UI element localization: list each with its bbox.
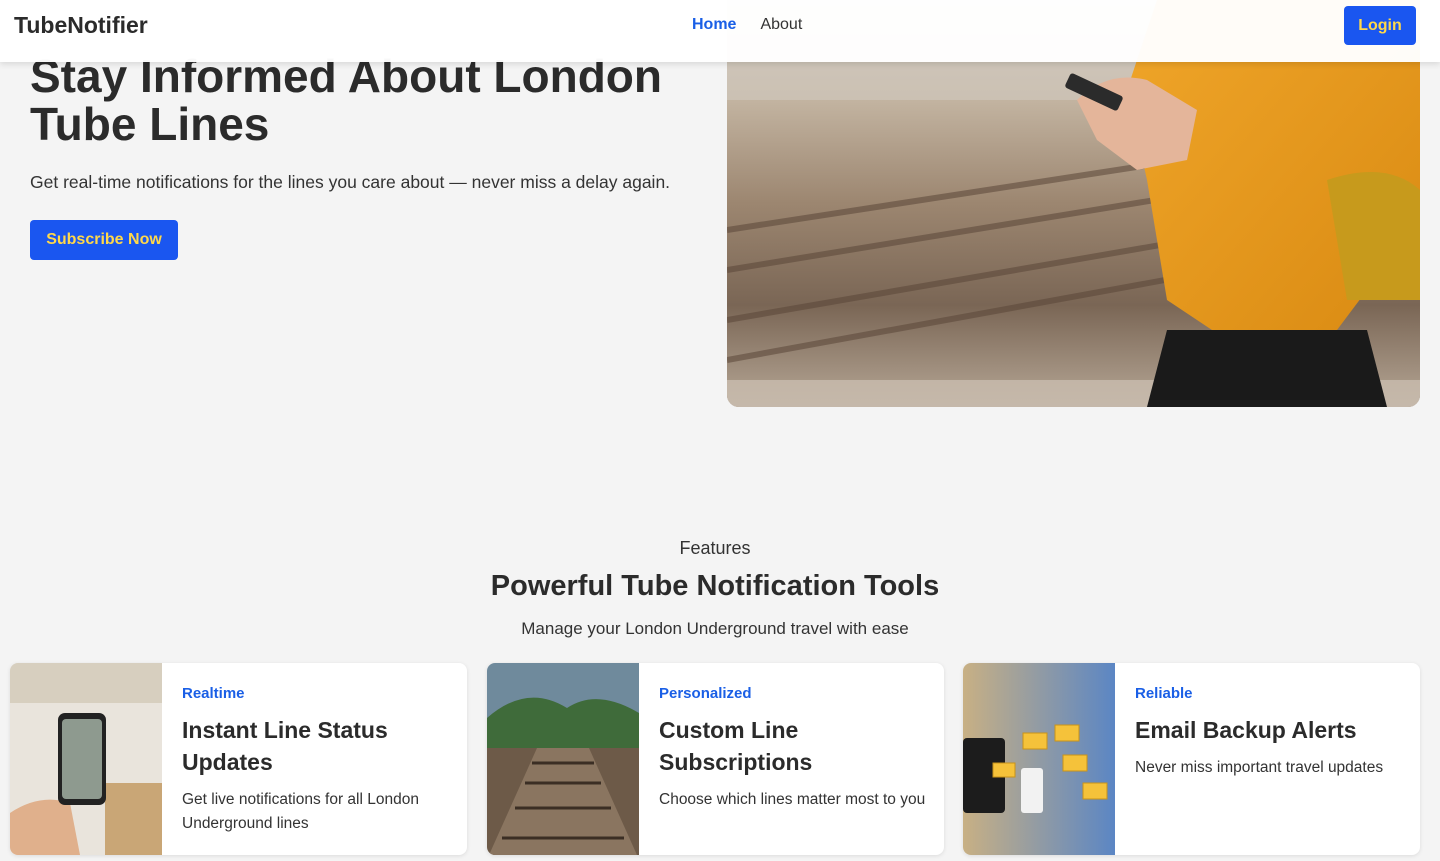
login-button[interactable]: Login [1344,6,1416,45]
card-description: Choose which lines matter most to you [659,791,926,808]
features-eyebrow: Features [679,538,751,558]
phone-image [10,663,162,855]
subscribe-button[interactable]: Subscribe Now [30,220,178,260]
nav-link-home[interactable]: Home [692,16,736,34]
email-image [963,663,1115,855]
top-navbar: TubeNotifier Home About Login [0,0,1440,62]
card-description: Get live notifications for all London Un… [182,791,419,832]
card-tag: Realtime [182,685,245,702]
railway-image [487,663,639,855]
card-tag: Reliable [1135,685,1193,702]
hero-title: Stay Informed About London Tube Lines [30,50,663,150]
nav-links: Home About [692,16,802,34]
card-title: Custom Line Subscriptions [659,717,813,775]
features-subtitle: Manage your London Underground travel wi… [521,619,909,638]
feature-card-reliable[interactable]: Reliable Email Backup Alerts Never miss … [963,663,1420,855]
feature-card-personalized[interactable]: Personalized Custom Line Subscriptions C… [487,663,944,855]
brand-logo[interactable]: TubeNotifier [14,12,148,39]
hero-subtitle: Get real-time notifications for the line… [30,172,671,192]
card-title: Instant Line Status Updates [182,717,388,775]
card-body: Personalized Custom Line Subscriptions C… [659,685,929,812]
feature-card-realtime[interactable]: Realtime Instant Line Status Updates Get… [10,663,467,855]
card-body: Reliable Email Backup Alerts Never miss … [1135,685,1405,780]
nav-link-about[interactable]: About [760,16,802,34]
card-body: Realtime Instant Line Status Updates Get… [182,685,452,836]
features-title: Powerful Tube Notification Tools [490,570,940,602]
card-tag: Personalized [659,685,752,702]
card-description: Never miss important travel updates [1135,759,1384,776]
card-title: Email Backup Alerts [1135,717,1357,743]
